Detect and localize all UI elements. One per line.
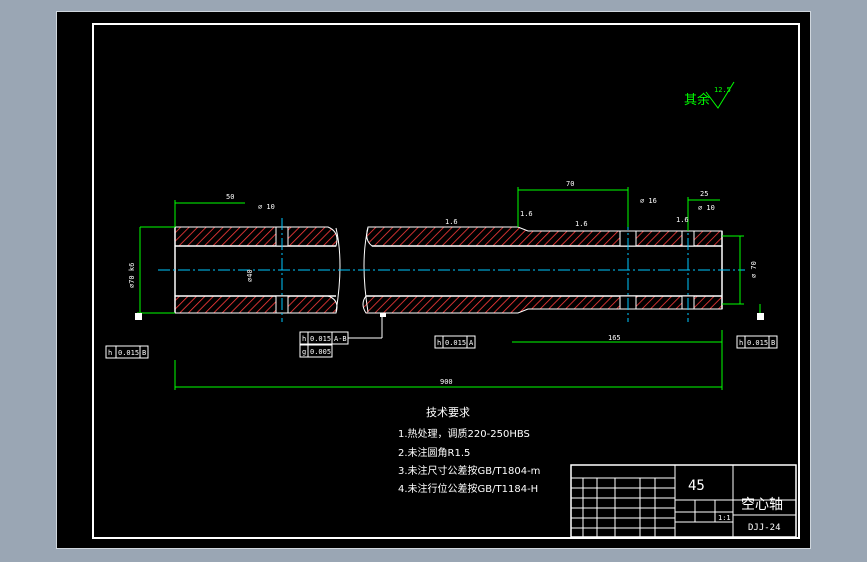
- tech-req-item: 3.未注尺寸公差按GB/T1804-m: [398, 464, 540, 477]
- svg-text:h: h: [739, 339, 743, 347]
- tolerance-frame-center: h 0.015 A: [434, 335, 476, 349]
- svg-text:0.005: 0.005: [310, 348, 331, 356]
- roughness-note: 其余 12.5: [684, 81, 735, 109]
- dim-top-70: 70: [566, 180, 574, 188]
- dim-total-length: 900: [440, 378, 453, 386]
- tolerance-frame-mid2: g 0.005: [299, 344, 333, 358]
- datum-markers: [135, 313, 764, 320]
- tolerance-frame-left: h 0.015 B: [105, 345, 149, 359]
- material-label: 45: [688, 478, 705, 494]
- svg-text:h: h: [108, 349, 112, 357]
- dim-left-hole: ⌀ 10: [258, 203, 275, 211]
- svg-text:h: h: [437, 339, 441, 347]
- dim-right-od: ⌀ 70: [750, 261, 758, 278]
- drawing-number: DJJ-24: [748, 523, 781, 533]
- dim-left-od: ⌀70 k6: [128, 263, 136, 288]
- tech-req-item: 2.未注圆角R1.5: [398, 446, 470, 459]
- tolerance-frame-mid1: h 0.015 A-B: [299, 331, 349, 345]
- svg-text:h: h: [302, 335, 306, 343]
- tech-req-item: 4.未注行位公差按GB/T1184-H: [398, 482, 538, 495]
- dim-25: 25: [700, 190, 708, 198]
- svg-text:A: A: [469, 339, 474, 347]
- tech-req-item: 1.热处理，调质220-250HBS: [398, 427, 530, 440]
- svg-text:B: B: [771, 339, 775, 347]
- tolerance-frame-right: h 0.015 B: [736, 335, 778, 349]
- roughness-note-value: 12.5: [714, 86, 731, 94]
- cad-drawing: 其余 12.5 50 ⌀ 10 70 ⌀ 16 25 ⌀ 10 165 900 …: [92, 23, 800, 539]
- dim-hole-16: ⌀ 16: [640, 197, 657, 205]
- dim-hole-10: ⌀ 10: [698, 204, 715, 212]
- scale-value: 1:1: [718, 514, 731, 522]
- technical-requirements: 技术要求 1.热处理，调质220-250HBS 2.未注圆角R1.5 3.未注尺…: [398, 406, 540, 495]
- svg-text:0.015: 0.015: [747, 339, 768, 347]
- roughness-c: 1.6: [520, 210, 533, 218]
- dim-left-bore: ⌀40: [246, 269, 254, 282]
- svg-text:g: g: [302, 348, 306, 356]
- svg-text:A-B: A-B: [334, 335, 347, 343]
- roughness-d: 1.6: [676, 216, 689, 224]
- dim-span-165: 165: [608, 334, 621, 342]
- dimension-texts: 50 ⌀ 10 70 ⌀ 16 25 ⌀ 10 165 900 ⌀70 k6 ⌀…: [128, 180, 758, 386]
- svg-text:0.015: 0.015: [445, 339, 466, 347]
- svg-text:0.015: 0.015: [118, 349, 139, 357]
- roughness-note-text: 其余: [684, 92, 710, 108]
- tech-req-title: 技术要求: [426, 406, 470, 419]
- dim-left-length: 50: [226, 193, 234, 201]
- roughness-b: 1.6: [575, 220, 588, 228]
- svg-text:0.015: 0.015: [310, 335, 331, 343]
- part-name: 空心轴: [741, 497, 783, 513]
- svg-text:B: B: [142, 349, 146, 357]
- roughness-a: 1.6: [445, 218, 458, 226]
